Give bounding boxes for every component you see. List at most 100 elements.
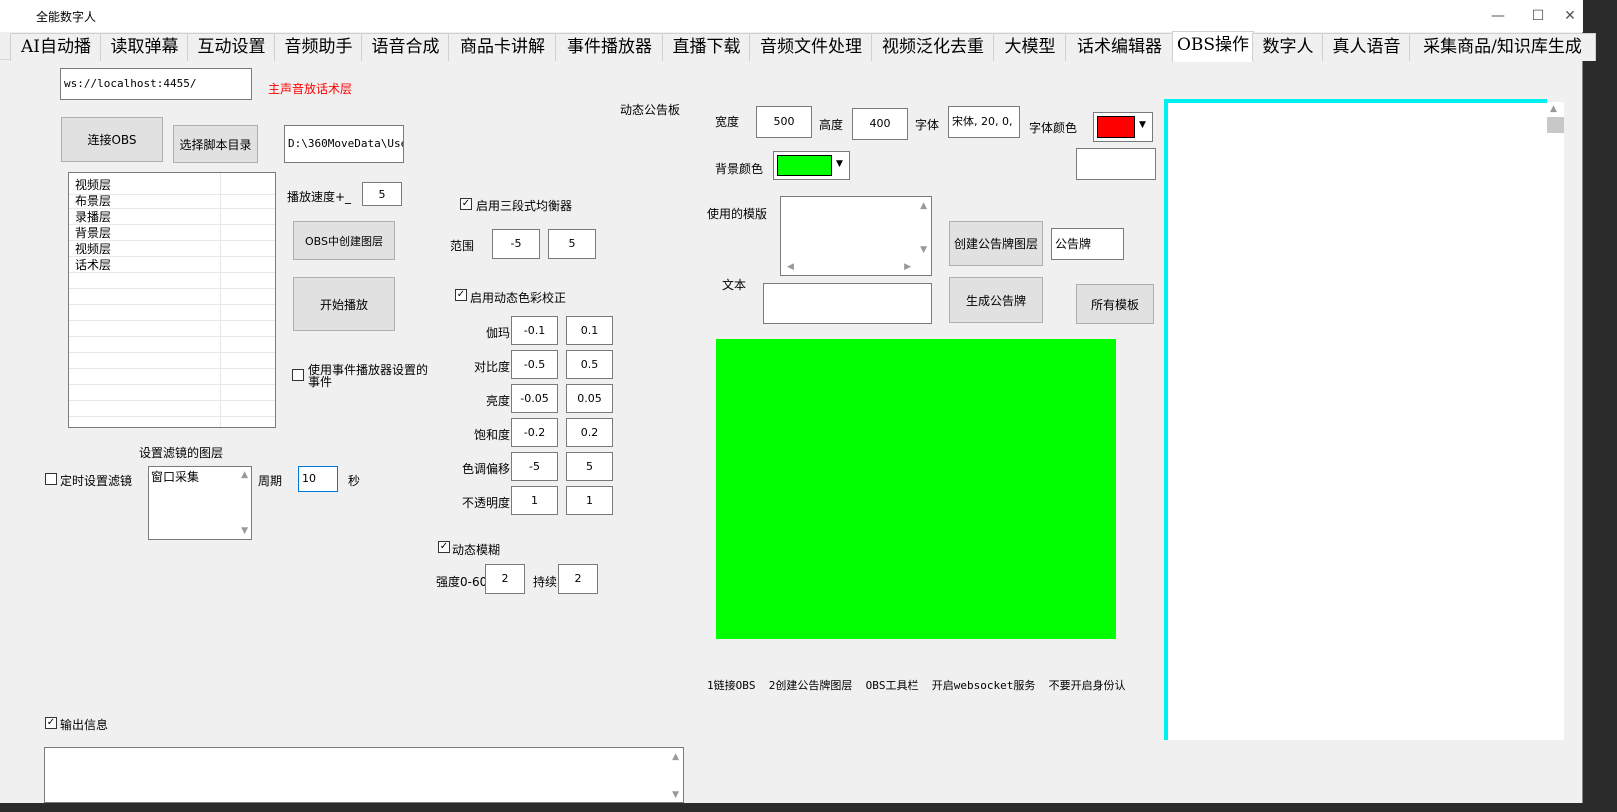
height-input[interactable]: 400 bbox=[852, 108, 908, 140]
tab-1[interactable]: 读取弹幕 bbox=[100, 33, 189, 61]
notice-board-preview bbox=[716, 339, 1116, 639]
layer-list-row[interactable]: 布景层 bbox=[69, 193, 275, 209]
scroll-up-icon[interactable]: ▲ bbox=[920, 201, 927, 211]
ws-url-input[interactable]: ws://localhost:4455/ bbox=[60, 68, 252, 100]
color-row-max-input[interactable]: 0.1 bbox=[566, 316, 613, 345]
start-play-button[interactable]: 开始播放 bbox=[293, 277, 395, 331]
speed-input[interactable]: 5 bbox=[362, 182, 402, 206]
tab-13[interactable]: 数字人 bbox=[1252, 33, 1324, 61]
blur-duration-input[interactable]: 2 bbox=[558, 564, 598, 594]
layer-list-row[interactable] bbox=[69, 385, 275, 401]
tab-8[interactable]: 音频文件处理 bbox=[749, 33, 873, 61]
tab-9[interactable]: 视频泛化去重 bbox=[871, 33, 995, 61]
tab-14[interactable]: 真人语音 bbox=[1322, 33, 1411, 61]
generate-board-button[interactable]: 生成公告牌 bbox=[949, 277, 1043, 323]
color-enable-checkbox[interactable]: ✓ bbox=[455, 289, 467, 301]
layer-list-row[interactable] bbox=[69, 337, 275, 353]
tab-12[interactable]: OBS操作 bbox=[1172, 31, 1254, 62]
period-input[interactable]: 10 bbox=[298, 466, 338, 492]
blur-strength-input[interactable]: 2 bbox=[485, 564, 525, 594]
tab-0[interactable]: AI自动播 bbox=[10, 33, 102, 61]
create-obs-layer-button[interactable]: OBS中创建图层 bbox=[293, 221, 395, 260]
color-row-min-input[interactable]: -0.1 bbox=[511, 316, 558, 345]
layer-list-row[interactable]: 视频层 bbox=[69, 241, 275, 257]
color-row-min-input[interactable]: -0.2 bbox=[511, 418, 558, 447]
timed-filter-label: 定时设置滤镜 bbox=[60, 474, 133, 488]
layer-list-row[interactable]: 录播层 bbox=[69, 209, 275, 225]
dropdown-arrow-icon: ▼ bbox=[836, 159, 843, 169]
layer-list-row[interactable]: 话术层 bbox=[69, 257, 275, 273]
select-script-dir-button[interactable]: 选择脚本目录 bbox=[173, 125, 258, 163]
blur-enable-checkbox[interactable]: ✓ bbox=[438, 541, 450, 553]
scroll-left-icon[interactable]: ◀ bbox=[787, 262, 794, 272]
filter-layer-item[interactable]: 窗口采集 bbox=[151, 468, 199, 485]
scroll-down-icon[interactable]: ▼ bbox=[672, 790, 679, 800]
tab-strip: AI自动播 读取弹幕 互动设置 音频助手 语音合成 商品卡讲解 事件播放器 直播下载 音频文件处… bbox=[0, 31, 1596, 62]
scroll-up-icon[interactable]: ▲ bbox=[241, 470, 248, 480]
color-row-max-input[interactable]: 0.2 bbox=[566, 418, 613, 447]
maximize-icon[interactable]: ☐ bbox=[1518, 4, 1558, 28]
tab-6[interactable]: 事件播放器 bbox=[555, 33, 664, 61]
tab-2[interactable]: 互动设置 bbox=[187, 33, 276, 61]
tab-5[interactable]: 商品卡讲解 bbox=[448, 33, 557, 61]
font-input[interactable]: 宋体, 20, 0, bbox=[948, 106, 1020, 138]
minimize-icon[interactable]: — bbox=[1478, 4, 1518, 28]
layer-list[interactable]: 视频层 布景层 录播层 背景层 视频层 话术层 bbox=[68, 172, 276, 428]
filter-layer-list[interactable]: 窗口采集 ▲ ▼ bbox=[148, 466, 252, 540]
timed-filter-checkbox[interactable] bbox=[45, 473, 57, 485]
output-textarea[interactable]: ▲ ▼ bbox=[44, 747, 684, 803]
tab-10[interactable]: 大模型 bbox=[993, 33, 1067, 61]
eq-range-max-input[interactable]: 5 bbox=[548, 229, 596, 259]
layer-list-row[interactable] bbox=[69, 401, 275, 417]
eq-range-min-input[interactable]: -5 bbox=[492, 229, 540, 259]
layer-list-row[interactable] bbox=[69, 369, 275, 385]
tab-3[interactable]: 音频助手 bbox=[274, 33, 363, 61]
width-input[interactable]: 500 bbox=[756, 106, 812, 138]
layer-list-row[interactable] bbox=[69, 321, 275, 337]
color-row-min-input[interactable]: -0.5 bbox=[511, 350, 558, 379]
scroll-thumb[interactable] bbox=[1547, 117, 1564, 133]
width-label: 宽度 bbox=[715, 115, 740, 129]
layer-list-row[interactable] bbox=[69, 273, 275, 289]
layer-list-row[interactable]: 视频层 bbox=[69, 175, 275, 195]
layer-list-row[interactable]: 背景层 bbox=[69, 225, 275, 241]
color-row-max-input[interactable]: 1 bbox=[566, 486, 613, 515]
color-row-min-input[interactable]: -5 bbox=[511, 452, 558, 481]
scroll-up-icon[interactable]: ▲ bbox=[672, 752, 679, 762]
bg-color-picker[interactable]: ▼ bbox=[773, 151, 850, 180]
layer-list-row[interactable] bbox=[69, 305, 275, 321]
template-list[interactable]: ▲ ▼ ◀ ▶ bbox=[780, 196, 932, 276]
color-row-max-input[interactable]: 0.5 bbox=[566, 350, 613, 379]
color-row-min-input[interactable]: 1 bbox=[511, 486, 558, 515]
scroll-down-icon[interactable]: ▼ bbox=[920, 245, 927, 255]
script-dir-input[interactable]: D:\360MoveData\User bbox=[284, 125, 404, 163]
color-row-max-input[interactable]: 5 bbox=[566, 452, 613, 481]
tab-11[interactable]: 话术编辑器 bbox=[1065, 33, 1174, 61]
color-row-label: 亮度 bbox=[485, 394, 510, 408]
layer-list-row[interactable] bbox=[69, 353, 275, 369]
setup-hint: 1链接OBS 2创建公告牌图层 OBS工具栏 开启websocket服务 不要开… bbox=[707, 679, 1126, 692]
tab-15[interactable]: 采集商品/知识库生成 bbox=[1409, 33, 1596, 61]
right-panel-scrollbar[interactable]: ▲ bbox=[1547, 102, 1564, 740]
color-row-min-input[interactable]: -0.05 bbox=[511, 384, 558, 413]
output-info-checkbox[interactable]: ✓ bbox=[45, 717, 57, 729]
connect-obs-button[interactable]: 连接OBS bbox=[61, 117, 163, 162]
board-name-input[interactable]: 公告牌 bbox=[1051, 228, 1124, 260]
close-icon[interactable]: ✕ bbox=[1557, 4, 1583, 28]
create-board-layer-button[interactable]: 创建公告牌图层 bbox=[949, 221, 1043, 266]
font-color-picker[interactable]: ▼ bbox=[1093, 112, 1153, 142]
all-templates-button[interactable]: 所有模板 bbox=[1076, 284, 1154, 324]
scroll-right-icon[interactable]: ▶ bbox=[904, 262, 911, 272]
use-event-checkbox[interactable] bbox=[292, 369, 304, 381]
layer-list-row[interactable] bbox=[69, 289, 275, 305]
blur-enable-label: 动态模糊 bbox=[452, 543, 501, 557]
use-event-label: 使用事件播放器设置的事件 bbox=[308, 363, 429, 389]
tab-7[interactable]: 直播下载 bbox=[662, 33, 751, 61]
tab-4[interactable]: 语音合成 bbox=[361, 33, 450, 61]
eq-enable-checkbox[interactable]: ✓ bbox=[460, 198, 472, 210]
color-row-max-input[interactable]: 0.05 bbox=[566, 384, 613, 413]
notice-text-input[interactable] bbox=[763, 283, 932, 324]
font-color-hex-input[interactable] bbox=[1076, 148, 1156, 180]
scroll-up-icon[interactable]: ▲ bbox=[1550, 104, 1557, 114]
scroll-down-icon[interactable]: ▼ bbox=[241, 526, 248, 536]
